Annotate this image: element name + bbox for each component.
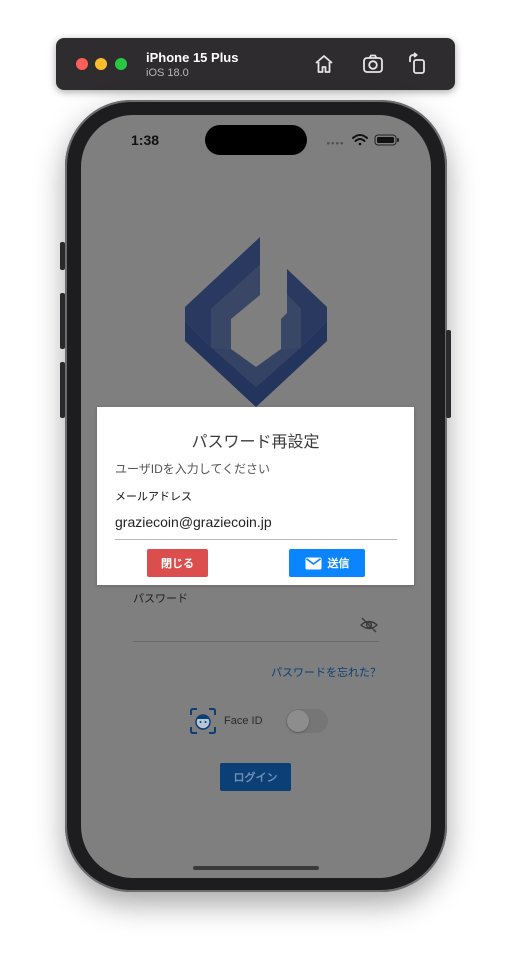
email-input-underline [115, 539, 397, 540]
status-time: 1:38 [131, 132, 160, 148]
simulator-toolbar: iPhone 15 Plus iOS 18.0 [56, 38, 455, 90]
dialog-message: ユーザIDを入力してください [115, 462, 271, 476]
email-input[interactable] [115, 513, 397, 531]
volume-down-button [60, 362, 65, 418]
toggle-knob [287, 710, 309, 732]
wifi-icon [352, 134, 368, 146]
window-close-button[interactable] [76, 58, 88, 70]
send-button[interactable]: 送信 [289, 549, 365, 577]
window-minimize-button[interactable] [95, 58, 107, 70]
dynamic-island [205, 125, 307, 155]
screenshot-icon[interactable] [361, 52, 385, 76]
face-id-icon [190, 708, 216, 734]
cellular-signal-icon [327, 142, 343, 145]
phone-screen: 1:38 パスワード パスワードを忘れた？ Face ID ログイン パスワード… [81, 115, 431, 878]
close-button[interactable]: 閉じる [147, 549, 208, 577]
volume-up-button [60, 293, 65, 349]
power-button [446, 330, 451, 418]
eye-off-icon[interactable] [360, 616, 378, 634]
forgot-password-link[interactable]: パスワードを忘れた？ [271, 664, 381, 680]
password-label: パスワード [133, 593, 188, 605]
home-icon[interactable] [312, 52, 336, 76]
dialog-title: パスワード再設定 [191, 434, 320, 451]
os-version: iOS 18.0 [146, 67, 189, 79]
window-zoom-button[interactable] [115, 58, 127, 70]
action-button [60, 242, 65, 270]
home-indicator[interactable] [193, 866, 319, 870]
password-reset-dialog: パスワード再設定 ユーザIDを入力してください メールアドレス 閉じる 送信 [97, 407, 414, 585]
login-button[interactable]: ログイン [220, 763, 291, 791]
email-label: メールアドレス [115, 491, 192, 503]
app-logo-icon [185, 237, 327, 407]
device-name: iPhone 15 Plus [146, 50, 239, 65]
battery-icon [374, 134, 399, 146]
send-button-label: 送信 [327, 558, 350, 570]
password-input-underline[interactable] [133, 641, 379, 642]
rotate-icon[interactable] [406, 52, 430, 76]
face-id-toggle[interactable] [286, 709, 328, 733]
mail-icon [305, 557, 321, 569]
face-id-label: Face ID [224, 715, 263, 727]
close-button-label: 閉じる [161, 558, 194, 570]
status-icons [327, 134, 399, 146]
